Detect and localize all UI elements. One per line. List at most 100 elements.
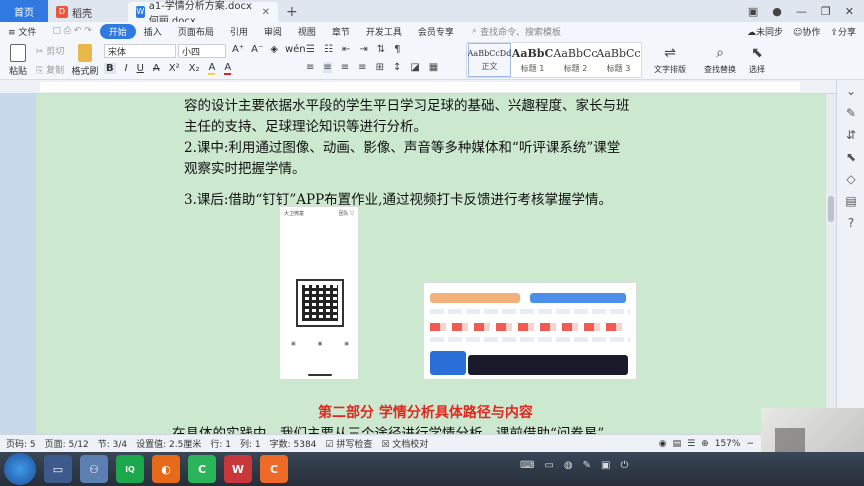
- web-view-icon[interactable]: ⊕: [701, 439, 709, 449]
- help-panel-icon[interactable]: ?: [837, 212, 864, 234]
- restore-button[interactable]: ❐: [821, 5, 831, 18]
- outdent-button[interactable]: ⇤: [342, 44, 350, 55]
- line-spacing-button[interactable]: ↕: [393, 62, 401, 73]
- zoom-out-button[interactable]: −: [746, 439, 754, 449]
- cut-button[interactable]: ✂ 剪切: [36, 44, 64, 57]
- collab-button[interactable]: ☺协作: [793, 25, 820, 38]
- command-search[interactable]: ⌕ 查找命令、搜索模板: [472, 25, 561, 38]
- save-panel-icon[interactable]: ▤: [837, 190, 864, 212]
- file-menu[interactable]: ≡ 文件: [0, 25, 44, 38]
- style-heading-2[interactable]: AaBbCc 标题 2: [553, 43, 597, 77]
- bullets-button[interactable]: ☰: [306, 44, 315, 55]
- align-left-button[interactable]: ≡: [306, 62, 314, 73]
- zoom-level[interactable]: 157%: [715, 439, 741, 449]
- text-layout-button[interactable]: ⇌ 文字排版: [650, 42, 690, 78]
- taskbar-monitor-icon[interactable]: ▭: [44, 455, 72, 483]
- copy-button[interactable]: ⎘ 复制: [36, 63, 64, 76]
- taskbar-recorder-icon[interactable]: C: [260, 455, 288, 483]
- menu-item-member[interactable]: 会员专享: [410, 25, 462, 38]
- tab-daoke[interactable]: D 稻壳: [48, 2, 128, 22]
- style-heading-3[interactable]: AaBbCc 标题 3: [596, 43, 640, 77]
- tray-chat-icon[interactable]: ◍: [564, 460, 573, 471]
- spell-check-button[interactable]: ☑ 拼写检查: [325, 437, 372, 450]
- tab-home[interactable]: 首页: [0, 0, 48, 22]
- minimize-button[interactable]: —: [796, 5, 807, 18]
- scrollbar-thumb[interactable]: [828, 196, 834, 222]
- quick-access-icons[interactable]: ▢ ⎙ ↶ ↷: [44, 26, 99, 36]
- share-button[interactable]: ⇪分享: [830, 25, 856, 38]
- menu-item-view[interactable]: 视图: [290, 25, 324, 38]
- taskbar-network-icon[interactable]: ⚇: [80, 455, 108, 483]
- indent-button[interactable]: ⇥: [359, 44, 367, 55]
- align-center-button[interactable]: ≡: [323, 62, 332, 73]
- menu-item-insert[interactable]: 插入: [136, 25, 170, 38]
- read-mode-icon[interactable]: ◉: [659, 439, 667, 449]
- close-button[interactable]: ✕: [845, 5, 854, 18]
- vertical-scrollbar[interactable]: [826, 94, 836, 434]
- underline-button[interactable]: U: [137, 63, 144, 74]
- bold-button[interactable]: B: [104, 63, 116, 74]
- start-button[interactable]: [4, 453, 36, 485]
- menu-item-chapter[interactable]: 章节: [324, 25, 358, 38]
- style-normal[interactable]: AaBbCcDd 正文: [468, 43, 511, 77]
- taskbar-wps-icon[interactable]: W: [224, 455, 252, 483]
- phone-screenshot-image[interactable]: 大卫微童 团队 ▽ ▣ ▣ ▣: [279, 206, 359, 380]
- paste-button[interactable]: 粘贴: [4, 42, 32, 78]
- close-tab-icon[interactable]: ✕: [262, 7, 270, 18]
- tab-document[interactable]: W a1-学情分析方案.docx何丽.docx ✕: [128, 1, 278, 27]
- status-words[interactable]: 字数: 5384: [270, 437, 317, 450]
- taskbar-firefox-icon[interactable]: ◐: [152, 455, 180, 483]
- taskbar-camtasia-icon[interactable]: C: [188, 455, 216, 483]
- layout-icon[interactable]: ▣: [748, 5, 758, 18]
- style-heading-1[interactable]: AaBbC 标题 1: [511, 43, 554, 77]
- font-name-select[interactable]: 宋体: [104, 44, 176, 58]
- document-page[interactable]: 容的设计主要依据水平段的学生平日学习足球的基础、兴趣程度、家长与班 主任的支持、…: [36, 94, 826, 434]
- panel-expand-icon[interactable]: ⌄: [837, 80, 864, 102]
- tray-edit-icon[interactable]: ✎: [583, 460, 591, 471]
- align-right-button[interactable]: ≡: [341, 62, 349, 73]
- select-button[interactable]: ⬉ 选择: [744, 42, 770, 78]
- superscript-button[interactable]: X²: [169, 63, 180, 74]
- doc-proof-button[interactable]: ☒ 文档校对: [381, 437, 428, 450]
- tray-display-icon[interactable]: ▣: [601, 460, 610, 471]
- clear-format-button[interactable]: ◈: [270, 44, 278, 55]
- app-screenshot-image[interactable]: [423, 282, 637, 380]
- shrink-font-button[interactable]: A⁻: [251, 44, 263, 55]
- format-painter-button[interactable]: 格式刷: [70, 42, 100, 78]
- horizontal-ruler[interactable]: [0, 80, 864, 94]
- justify-button[interactable]: ≡: [358, 62, 366, 73]
- shape-panel-icon[interactable]: ◇: [837, 168, 864, 190]
- menu-item-layout[interactable]: 页面布局: [170, 25, 222, 38]
- find-replace-button[interactable]: ⌕ 查找替换: [700, 42, 740, 78]
- subscript-button[interactable]: X₂: [189, 63, 200, 74]
- select-panel-icon[interactable]: ⬉: [837, 146, 864, 168]
- grow-font-button[interactable]: A⁺: [232, 44, 244, 55]
- tray-power-icon[interactable]: ⏻: [620, 460, 628, 471]
- avatar[interactable]: ●: [772, 5, 782, 18]
- show-marks-button[interactable]: ¶: [394, 44, 400, 55]
- strikethrough-button[interactable]: A: [153, 63, 160, 74]
- menu-item-home[interactable]: 开始: [99, 23, 136, 39]
- unsynced-button[interactable]: ☁未同步: [747, 25, 783, 38]
- font-color-button[interactable]: A: [224, 62, 232, 75]
- numbering-button[interactable]: ☷: [324, 44, 333, 55]
- outline-view-icon[interactable]: ☰: [687, 439, 695, 449]
- sort-button[interactable]: ⇅: [377, 44, 385, 55]
- menu-item-review[interactable]: 审阅: [256, 25, 290, 38]
- taskbar-iqiyi-icon[interactable]: iQ: [116, 455, 144, 483]
- adjust-icon[interactable]: ⇵: [837, 124, 864, 146]
- style-panel-icon[interactable]: ✎: [837, 102, 864, 124]
- menu-item-references[interactable]: 引用: [222, 25, 256, 38]
- page-view-icon[interactable]: ▤: [673, 439, 682, 449]
- font-size-select[interactable]: 小四: [178, 44, 226, 58]
- italic-button[interactable]: I: [125, 63, 128, 74]
- distribute-button[interactable]: ⊞: [376, 62, 384, 73]
- menu-item-developer[interactable]: 开发工具: [358, 25, 410, 38]
- highlight-button[interactable]: A: [208, 62, 216, 75]
- tray-screen-icon[interactable]: ▭: [544, 460, 553, 471]
- shading-button[interactable]: ◪: [410, 62, 419, 73]
- border-button[interactable]: ▦: [429, 62, 438, 73]
- tray-keyboard-icon[interactable]: ⌨: [520, 460, 534, 471]
- new-tab-button[interactable]: +: [278, 2, 306, 22]
- phonetic-button[interactable]: wén: [285, 44, 306, 55]
